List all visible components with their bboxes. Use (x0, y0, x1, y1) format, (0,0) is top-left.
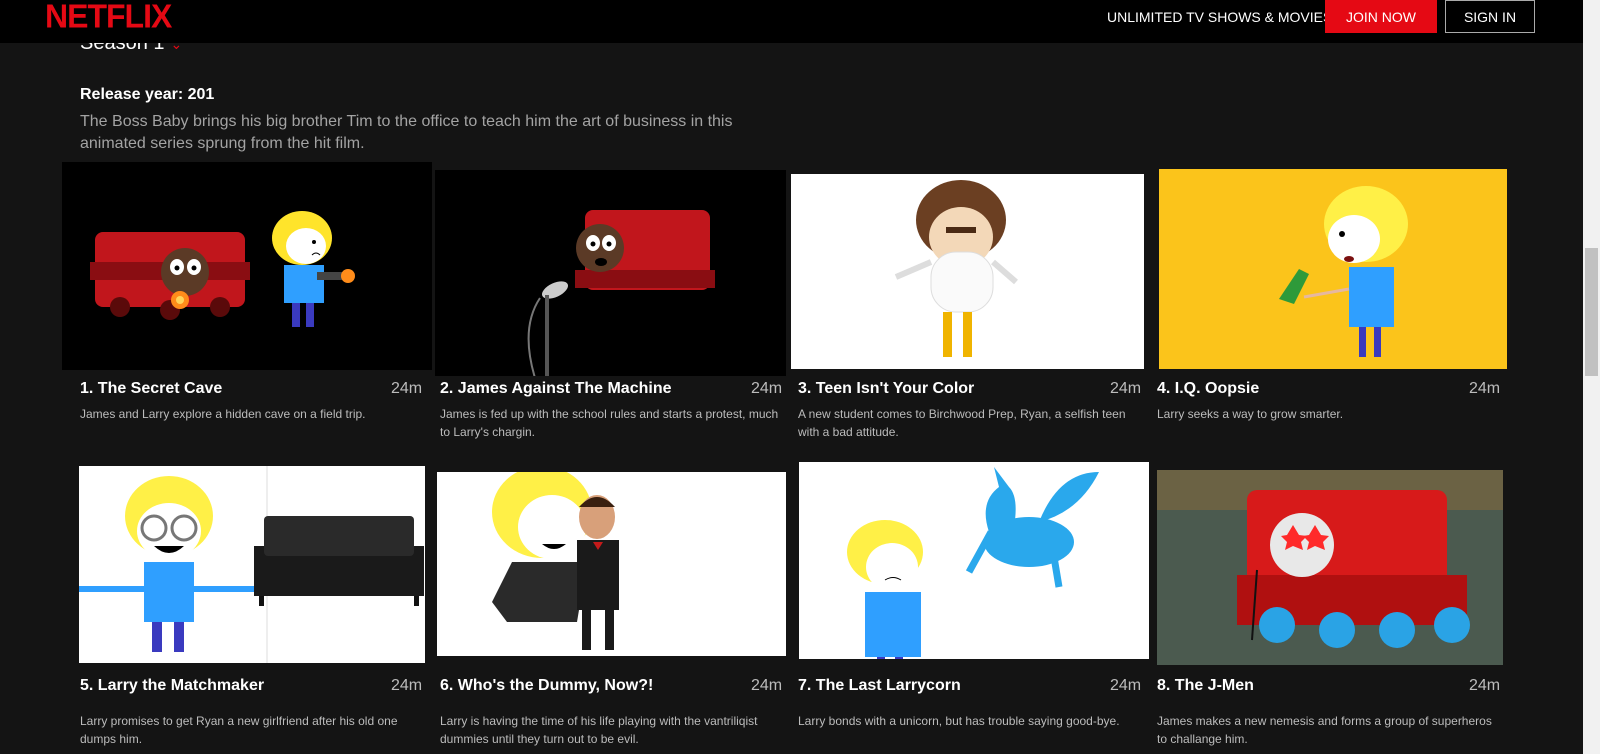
episode-title[interactable]: 3. Teen Isn't Your Color (798, 380, 974, 398)
top-nav: NETFLIX UNLIMITED TV SHOWS & MOVIES JOIN… (0, 0, 1583, 43)
episode-thumbnail[interactable] (799, 462, 1149, 659)
release-year: Release year: 201 (80, 86, 215, 103)
nav-tagline: UNLIMITED TV SHOWS & MOVIES (1107, 9, 1333, 25)
episode-description: Larry seeks a way to grow smarter. (1157, 407, 1344, 421)
episode-duration: 24m (1110, 380, 1142, 397)
episode-title[interactable]: 4. I.Q. Oopsie (1157, 380, 1259, 398)
episode-title[interactable]: 6. Who's the Dummy, Now?! (440, 677, 653, 695)
episode-duration: 24m (1469, 677, 1501, 694)
episode-title[interactable]: 7. The Last Larrycorn (798, 677, 961, 695)
episode-thumbnail[interactable] (1159, 169, 1507, 369)
join-now-button[interactable]: JOIN NOW (1325, 0, 1437, 33)
episode-description: Larry promises to get Ryan a new girlfri… (80, 714, 398, 746)
episode-description: Larry bonds with a unicorn, but has trou… (798, 714, 1120, 728)
episode-thumbnail[interactable] (791, 174, 1144, 369)
episode-thumbnail[interactable] (62, 162, 432, 370)
episode-1-image (62, 162, 432, 370)
episode-thumbnail[interactable] (1157, 470, 1503, 665)
episode-4-image (1159, 169, 1507, 369)
show-synopsis: The Boss Baby brings his big brother Tim… (80, 113, 733, 152)
episode-duration: 24m (751, 677, 783, 694)
episode-duration: 24m (751, 380, 783, 397)
episode-3-image (791, 174, 1144, 369)
episode-thumbnail[interactable] (435, 170, 786, 376)
episode-6-image (437, 472, 786, 656)
episode-8-image (1157, 470, 1503, 665)
episode-duration: 24m (391, 677, 423, 694)
page-scrollbar[interactable] (1583, 0, 1600, 754)
episode-7-image (799, 462, 1149, 659)
episode-thumbnail[interactable] (79, 466, 425, 663)
episode-description: James and Larry explore a hidden cave on… (80, 407, 366, 421)
episode-2-image (435, 170, 786, 376)
episode-description: A new student comes to Birchwood Prep, R… (798, 407, 1126, 439)
sign-in-button[interactable]: SIGN IN (1445, 0, 1535, 33)
episode-description: Larry is having the time of his life pla… (440, 714, 758, 746)
episode-title[interactable]: 2. James Against The Machine (440, 380, 671, 398)
episode-duration: 24m (391, 380, 423, 397)
episode-duration: 24m (1469, 380, 1501, 397)
netflix-logo[interactable]: NETFLIX (45, 0, 172, 36)
scrollbar-thumb[interactable] (1585, 248, 1598, 376)
episode-description: James is fed up with the school rules an… (440, 407, 779, 439)
episode-thumbnail[interactable] (437, 472, 786, 656)
episode-title[interactable]: 8. The J-Men (1157, 677, 1254, 695)
episode-duration: 24m (1110, 677, 1142, 694)
episode-title[interactable]: 1. The Secret Cave (80, 380, 222, 398)
episode-description: James makes a new nemesis and forms a gr… (1157, 714, 1492, 746)
episode-5-image (79, 466, 425, 663)
episode-title[interactable]: 5. Larry the Matchmaker (80, 677, 264, 695)
